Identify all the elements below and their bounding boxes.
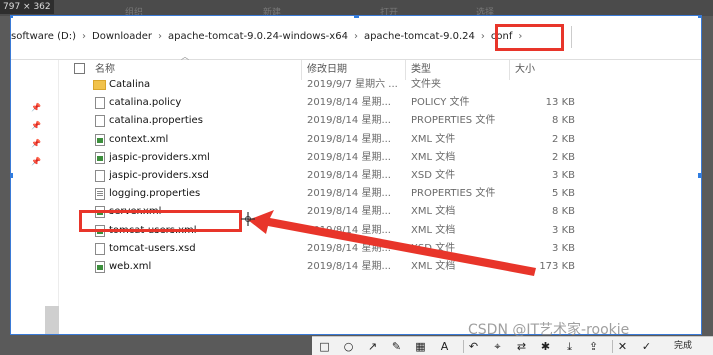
file-row[interactable]: context.xml 2019/8/14 星期... XML 文件 2 KB — [11, 131, 701, 149]
file-date: 2019/8/14 星期... — [307, 133, 391, 145]
file-row[interactable]: catalina.policy 2019/8/14 星期... POLICY 文件 1… — [11, 94, 701, 112]
file-date: 2019/8/14 星期... — [307, 115, 391, 127]
breadcrumb-separator-icon[interactable]: › — [475, 28, 491, 46]
resize-handle[interactable] — [698, 16, 701, 18]
capture-size-label: 797 × 362 — [0, 0, 54, 14]
file-name: jaspic-providers.xml — [109, 151, 210, 163]
pen-icon[interactable]: ✎ — [390, 340, 403, 353]
file-date: 2019/8/14 星期... — [307, 188, 391, 200]
undo-icon[interactable]: ↶ — [467, 340, 480, 353]
file-icon — [95, 170, 105, 182]
file-row[interactable]: jaspic-providers.xsd 2019/8/14 星期... XSD 文… — [11, 167, 701, 185]
address-bar[interactable]: software (D:) › Downloader › apache-tomcat-9… — [11, 16, 701, 60]
properties-file-icon — [95, 188, 105, 201]
breadcrumb-separator-icon[interactable]: › — [152, 28, 168, 46]
toolbar-divider — [463, 340, 464, 353]
file-size: 13 KB — [545, 97, 575, 109]
mark-icon[interactable]: ✱ — [539, 340, 552, 353]
download-icon[interactable]: ⤓ — [563, 340, 576, 353]
capture-toolbar: □ ○ ↗ ✎ ▦ A ↶ ⌖ ⇄ ✱ ⤓ ⇪ ✕ ✓ 完成 — [312, 336, 713, 355]
file-date: 2019/8/14 星期... — [307, 170, 391, 181]
file-size: 2 KB — [552, 133, 575, 145]
crosshair-cursor-icon — [241, 212, 255, 226]
file-icon — [95, 115, 105, 128]
annotation-arrow-icon — [248, 210, 536, 276]
ellipse-icon[interactable]: ○ — [342, 340, 355, 353]
file-type: XSD 文件 — [411, 170, 456, 181]
share-icon[interactable]: ⇪ — [587, 340, 600, 353]
confirm-icon[interactable]: ✓ — [640, 340, 653, 353]
conf-highlight-box — [495, 24, 564, 51]
breadcrumb-item-tomcat[interactable]: apache-tomcat-9.0.24 — [364, 28, 475, 46]
breadcrumb-item-drive[interactable]: software (D:) — [11, 28, 76, 46]
file-date: 2019/8/14 星期... — [307, 97, 391, 109]
file-size: 2 KB — [552, 151, 575, 163]
file-type: PROPERTIES 文件 — [411, 115, 496, 127]
file-type: XML 文档 — [411, 151, 456, 163]
file-date: 2019/9/7 星期六 ... — [307, 79, 398, 90]
resize-handle[interactable] — [698, 173, 701, 178]
breadcrumb-separator-icon[interactable]: › — [348, 28, 364, 46]
arrow-icon[interactable]: ↗ — [366, 340, 379, 353]
file-name: Catalina — [109, 79, 151, 90]
file-row[interactable]: logging.properties 2019/8/14 星期... PROPERT… — [11, 185, 701, 203]
file-row[interactable]: Catalina 2019/9/7 星期六 ... 文件夹 — [11, 76, 701, 94]
file-icon — [95, 97, 105, 110]
file-row[interactable]: jaspic-providers.xml 2019/8/14 星期... XML 文… — [11, 149, 701, 167]
file-size: 5 KB — [552, 188, 575, 200]
file-size: 3 KB — [552, 170, 575, 181]
file-date: 2019/8/14 星期... — [307, 151, 391, 163]
file-name: catalina.policy — [109, 97, 182, 109]
resize-handle[interactable] — [354, 16, 359, 18]
folder-icon — [93, 80, 106, 90]
screenshot-overlay-bar: 797 × 362 组织 新建 打开 选择 — [0, 0, 713, 18]
close-icon[interactable]: ✕ — [616, 340, 629, 353]
breadcrumb: software (D:) › Downloader › apache-tomcat-9… — [11, 28, 528, 46]
toolbar-divider — [612, 340, 613, 353]
server-xml-highlight-box — [79, 210, 242, 232]
file-size: 8 KB — [552, 115, 575, 127]
breadcrumb-item-downloader[interactable]: Downloader — [92, 28, 152, 46]
text-icon[interactable]: A — [438, 340, 451, 353]
xml-file-icon — [95, 261, 105, 273]
sort-caret-icon: ︿ — [181, 52, 189, 61]
file-name: logging.properties — [109, 188, 201, 200]
file-type: POLICY 文件 — [411, 97, 470, 109]
file-type: PROPERTIES 文件 — [411, 188, 496, 200]
file-icon — [95, 242, 105, 255]
resize-handle[interactable] — [11, 16, 13, 18]
breadcrumb-separator-icon[interactable]: › — [76, 28, 92, 46]
resize-handle[interactable] — [11, 173, 13, 178]
scrollbar-track[interactable] — [45, 306, 59, 334]
rectangle-icon[interactable]: □ — [318, 340, 331, 353]
mosaic-icon[interactable]: ▦ — [414, 340, 427, 353]
done-button[interactable]: 完成 — [674, 340, 692, 353]
file-size — [521, 76, 575, 94]
file-name: catalina.properties — [109, 115, 203, 127]
xml-file-icon — [95, 151, 105, 164]
file-type: XML 文件 — [411, 133, 456, 145]
breadcrumb-item-tomcat-x64[interactable]: apache-tomcat-9.0.24-windows-x64 — [168, 28, 348, 46]
select-all-checkbox[interactable] — [74, 63, 85, 74]
pin-icon[interactable]: ⌖ — [491, 340, 504, 353]
explorer-window: software (D:) › Downloader › apache-tomcat-9… — [10, 15, 702, 335]
xml-file-icon — [95, 133, 105, 146]
translate-icon[interactable]: ⇄ — [515, 340, 528, 353]
address-bar-divider — [571, 26, 572, 48]
file-type: 文件夹 — [411, 79, 441, 90]
file-row[interactable]: catalina.properties 2019/8/14 星期... PROPER… — [11, 112, 701, 130]
file-name: context.xml — [109, 133, 169, 145]
file-name: jaspic-providers.xsd — [109, 170, 209, 181]
